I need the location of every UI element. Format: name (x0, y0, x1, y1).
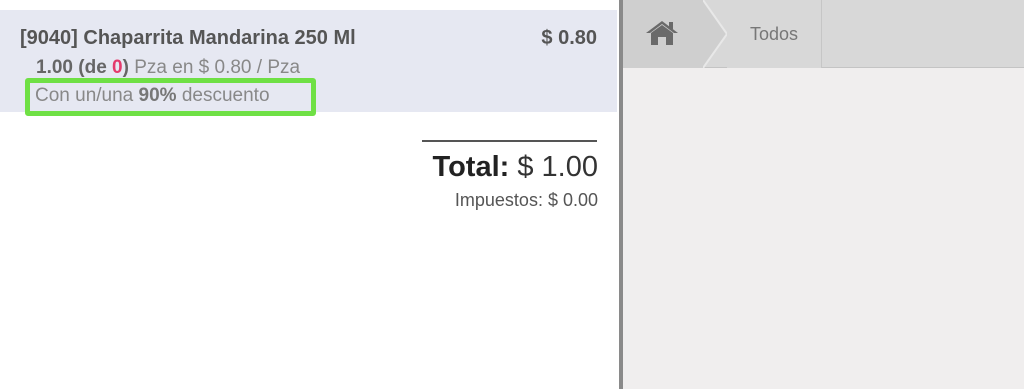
discount-percent: 90% (138, 85, 177, 106)
total-value: $ 1.00 (509, 151, 598, 183)
breadcrumb-chevron-icon (703, 0, 727, 68)
breadcrumb-home[interactable] (623, 0, 703, 68)
summary-divider (422, 140, 597, 142)
breadcrumb-item-todos[interactable]: Todos (727, 0, 822, 68)
quantity-info: 1.00 (de 0) Pza en $ 0.80 / Pza (36, 57, 300, 79)
discount-prefix: Con un/una (35, 85, 139, 106)
breadcrumb: Todos (623, 0, 1024, 68)
unit-price-info: Pza en $ 0.80 / Pza (128, 57, 301, 78)
product-name: [9040] Chaparrita Mandarina 250 Ml (20, 27, 356, 49)
total-label: Total: (432, 151, 510, 183)
product-panel: Todos (623, 0, 1024, 389)
order-panel: [9040] Chaparrita Mandarina 250 Ml $ 0.8… (0, 0, 619, 389)
discount-suffix: descuento (176, 85, 270, 106)
quantity-de-label: (de (78, 57, 113, 78)
order-total: Total: $ 1.00 (433, 151, 598, 184)
home-icon (646, 21, 678, 45)
discount-info: Con un/una 90% descuento (35, 85, 270, 107)
order-taxes: Impuestos: $ 0.00 (454, 190, 598, 210)
line-price: $ 0.80 (541, 27, 597, 49)
quantity-value: 1.00 (36, 57, 73, 78)
order-line[interactable]: [9040] Chaparrita Mandarina 250 Ml $ 0.8… (0, 10, 617, 116)
stock-quantity: 0 (112, 57, 123, 78)
